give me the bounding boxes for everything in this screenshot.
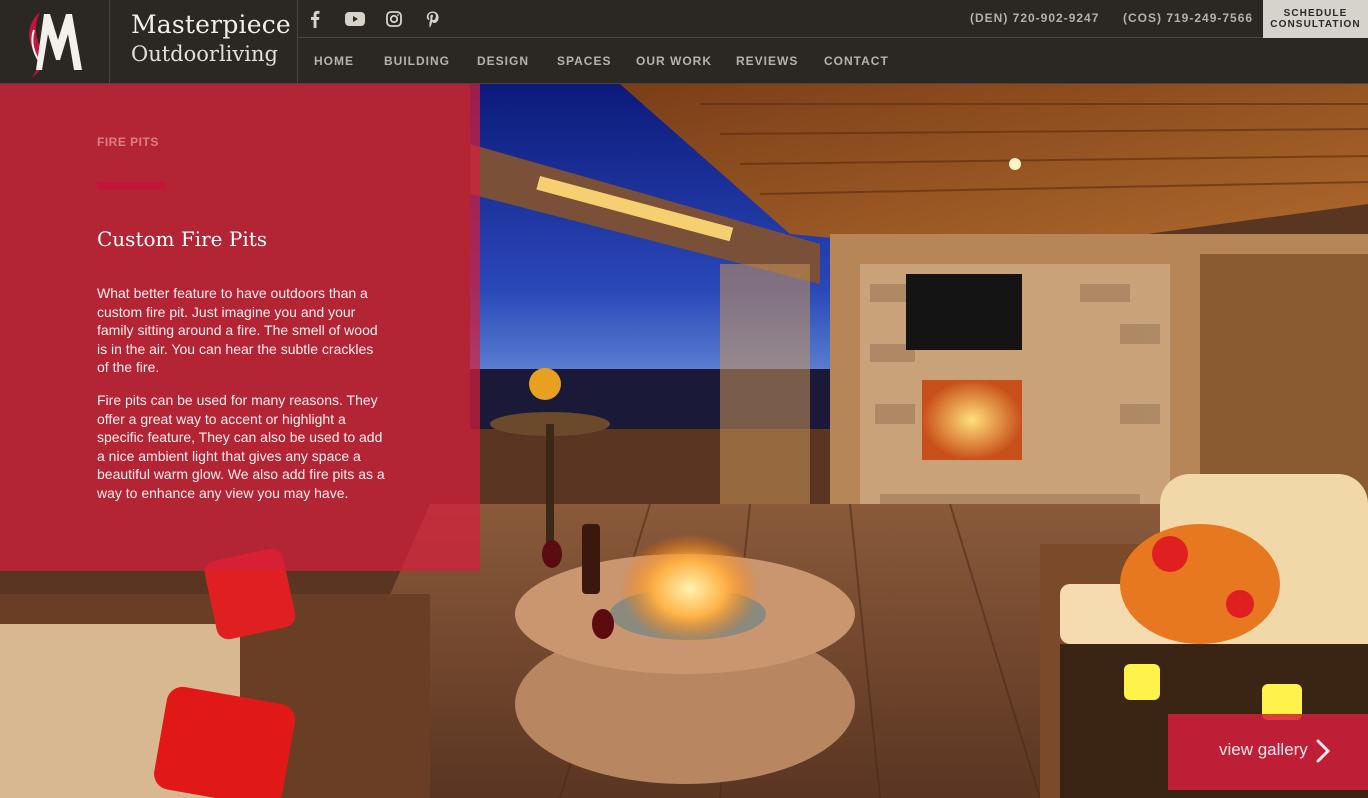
- nav-design[interactable]: DESIGN: [477, 54, 529, 68]
- pinterest-icon[interactable]: [421, 9, 443, 29]
- nav-our-work[interactable]: OUR WORK: [636, 54, 712, 68]
- intro-paragraph-2: Fire pits can be used for many reasons. …: [97, 392, 385, 501]
- intro-paragraph-1: What better feature to have outdoors tha…: [97, 285, 378, 375]
- accent-divider: [97, 182, 165, 189]
- schedule-label-line1: SCHEDULE: [1283, 8, 1348, 19]
- main-nav: HOME BUILDING DESIGN SPACES OUR WORK REV…: [298, 38, 1098, 83]
- nav-home[interactable]: HOME: [314, 54, 354, 68]
- logo[interactable]: [0, 0, 110, 84]
- site-header: Masterpiece Outdoorliving (DEN) 720-902-…: [0, 0, 1368, 84]
- schedule-consultation-button[interactable]: SCHEDULE CONSULTATION: [1263, 0, 1368, 38]
- view-gallery-label: view gallery: [1219, 740, 1308, 759]
- youtube-icon[interactable]: [343, 9, 367, 29]
- nav-building[interactable]: BUILDING: [384, 54, 450, 68]
- brand-name[interactable]: Masterpiece Outdoorliving: [110, 0, 298, 84]
- feature-overlay-panel: FIRE PITS Custom Fire Pits What better f…: [0, 84, 480, 571]
- section-eyebrow: FIRE PITS: [97, 135, 159, 149]
- masterpiece-m-logo-icon: [29, 12, 82, 77]
- phone-denver[interactable]: (DEN) 720-902-9247: [970, 11, 1099, 25]
- instagram-icon[interactable]: [383, 9, 405, 29]
- nav-reviews[interactable]: REVIEWS: [736, 54, 798, 68]
- brand-name-line1: Masterpiece: [131, 10, 291, 39]
- view-gallery-button[interactable]: view gallery: [1168, 714, 1368, 790]
- phone-colorado-springs[interactable]: (COS) 719-249-7566: [1123, 11, 1253, 25]
- page-title: Custom Fire Pits: [97, 227, 268, 251]
- nav-spaces[interactable]: SPACES: [557, 54, 611, 68]
- nav-contact[interactable]: CONTACT: [824, 54, 889, 68]
- schedule-label-line2: CONSULTATION: [1270, 19, 1361, 30]
- facebook-icon[interactable]: [304, 9, 326, 29]
- brand-name-line2: Outdoorliving: [131, 42, 278, 66]
- top-bar: (DEN) 720-902-9247 (COS) 719-249-7566 SC…: [298, 0, 1368, 38]
- chevron-right-icon: [1316, 739, 1330, 763]
